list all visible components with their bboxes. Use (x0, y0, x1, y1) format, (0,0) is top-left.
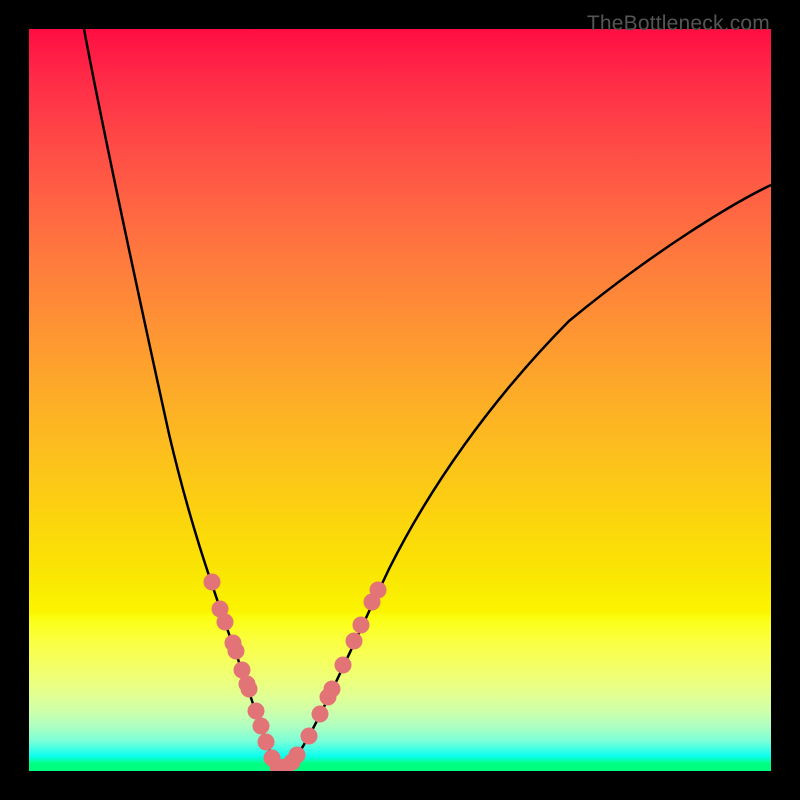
data-marker (346, 633, 363, 650)
data-marker (353, 617, 370, 634)
watermark-text: TheBottleneck.com (587, 12, 770, 36)
bottleneck-curve (84, 29, 771, 769)
plot-area (29, 29, 771, 771)
data-marker (312, 706, 329, 723)
data-marker (335, 657, 352, 674)
data-marker (253, 718, 270, 735)
data-marker (248, 703, 265, 720)
data-marker (301, 728, 318, 745)
data-marker (289, 747, 306, 764)
data-marker (370, 582, 387, 599)
data-marker (217, 614, 234, 631)
data-marker (204, 574, 221, 591)
data-marker (228, 643, 245, 660)
curve-svg (29, 29, 771, 771)
markers-left (204, 574, 287, 772)
data-marker (258, 734, 275, 751)
markers-right (277, 582, 387, 772)
data-marker (324, 681, 341, 698)
chart-frame: TheBottleneck.com (0, 0, 800, 800)
data-marker (241, 681, 258, 698)
